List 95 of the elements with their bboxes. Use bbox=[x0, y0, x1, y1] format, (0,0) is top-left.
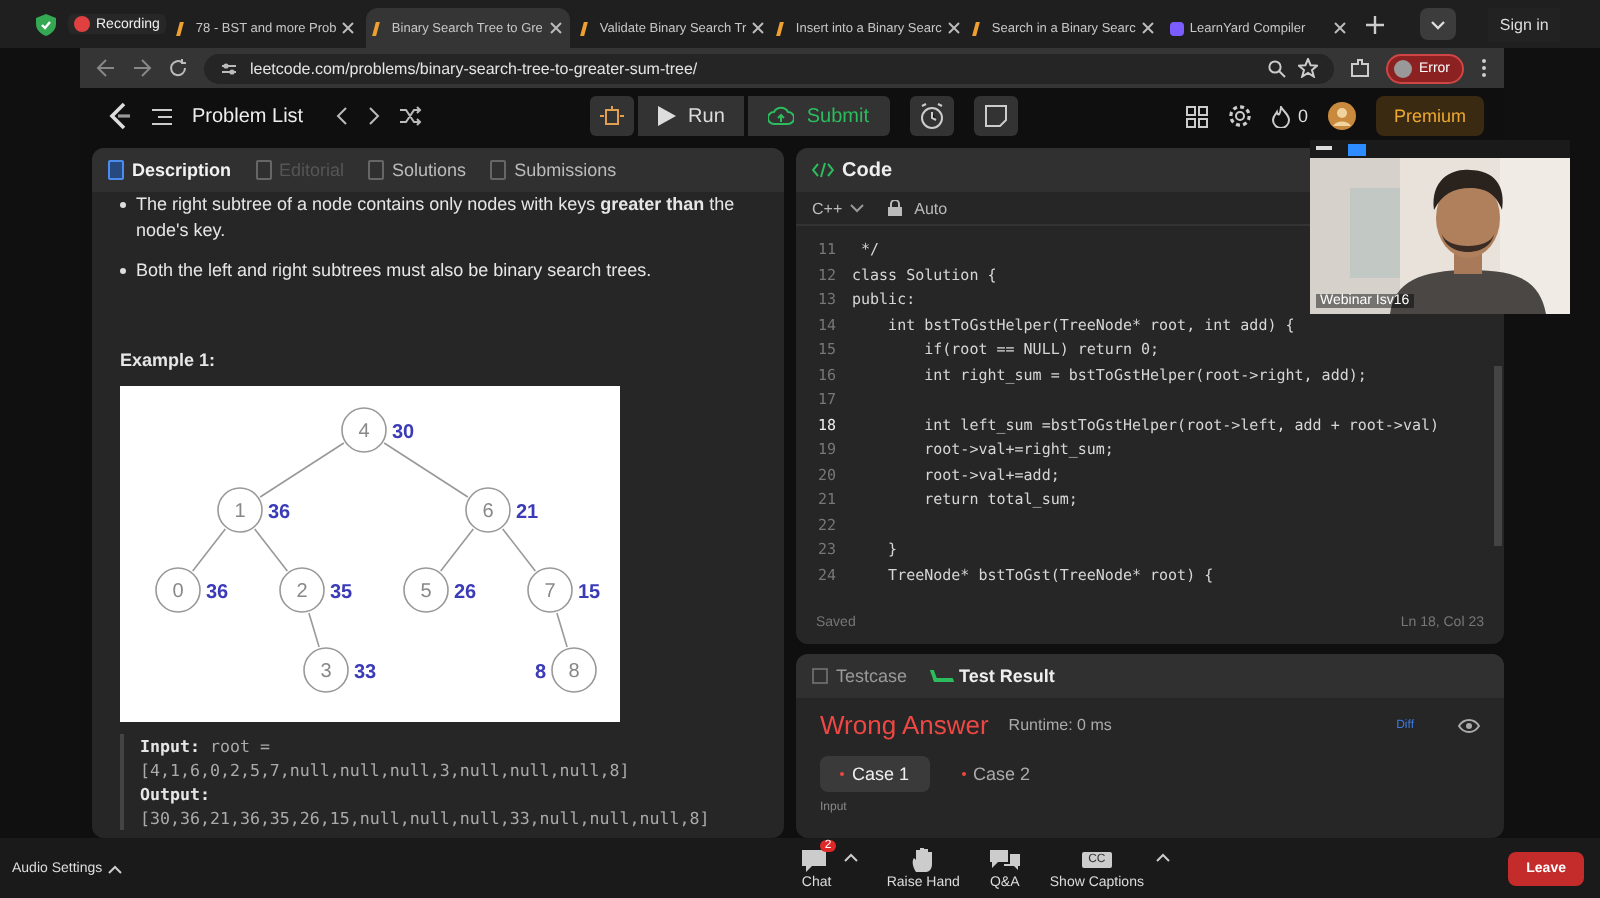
settings-icon[interactable] bbox=[1227, 104, 1252, 128]
tree-edge bbox=[259, 442, 345, 498]
site-info-icon[interactable] bbox=[220, 59, 238, 77]
list-icon[interactable] bbox=[152, 107, 172, 125]
tree-edge bbox=[253, 528, 289, 572]
logo-icon[interactable] bbox=[108, 102, 132, 130]
tree-edge bbox=[383, 442, 469, 498]
panel-tab[interactable]: Submissions bbox=[490, 160, 617, 180]
panel-tab[interactable]: Test Result bbox=[931, 666, 1055, 686]
forward-icon[interactable] bbox=[132, 58, 152, 78]
panel-tab[interactable]: Description bbox=[108, 160, 232, 180]
sum-label: 36 bbox=[206, 582, 229, 604]
verdict-text: Wrong Answer bbox=[820, 710, 989, 740]
caret-icon[interactable] bbox=[844, 852, 859, 862]
panel-tab[interactable]: Testcase bbox=[812, 666, 908, 686]
extensions-icon[interactable] bbox=[1350, 58, 1371, 78]
upload-cloud-icon bbox=[768, 106, 795, 126]
premium-button[interactable]: Premium bbox=[1375, 96, 1484, 136]
note-icon[interactable] bbox=[973, 96, 1018, 136]
tree-node: 8 bbox=[551, 647, 597, 693]
code-icon bbox=[812, 162, 834, 178]
sum-label: 35 bbox=[330, 582, 353, 604]
tree-node: 4 bbox=[341, 407, 387, 453]
tree-edge bbox=[439, 528, 475, 572]
sum-label: 26 bbox=[454, 582, 477, 604]
mode-label[interactable]: Auto bbox=[914, 199, 948, 217]
problem-list-link[interactable]: Problem List bbox=[192, 105, 304, 127]
caret-icon bbox=[850, 203, 865, 213]
tab-menu-icon[interactable] bbox=[1419, 8, 1456, 40]
fire-icon[interactable] bbox=[1271, 105, 1290, 127]
tree-node: 3 bbox=[303, 647, 349, 693]
address-bar[interactable]: leetcode.com/problems/binary-search-tree-to-greater-sum-tree/ bbox=[204, 53, 1335, 83]
reload-icon[interactable] bbox=[168, 58, 188, 78]
language-dropdown[interactable]: C++ bbox=[812, 199, 865, 217]
runtime-text: Runtime: 0 ms bbox=[1008, 716, 1112, 734]
tree-node: 1 bbox=[217, 487, 263, 533]
case-tab[interactable]: Case 2 bbox=[941, 756, 1051, 792]
previous-icon[interactable] bbox=[335, 106, 348, 126]
play-icon bbox=[658, 106, 677, 126]
sum-label: 33 bbox=[354, 662, 377, 684]
bookmark-star-icon[interactable] bbox=[1298, 58, 1319, 78]
caret-icon[interactable] bbox=[1155, 852, 1170, 862]
more-icon[interactable] bbox=[1480, 58, 1488, 78]
close-icon[interactable] bbox=[752, 22, 765, 34]
alarm-clock-icon[interactable] bbox=[909, 96, 954, 136]
bullet-icon bbox=[120, 202, 126, 208]
bullet-icon bbox=[120, 268, 126, 274]
lock-icon bbox=[888, 200, 903, 216]
sum-label: 36 bbox=[268, 502, 291, 524]
minimize-icon[interactable] bbox=[1316, 146, 1332, 152]
description-text: Both the left and right subtrees must also be binary search trees. bbox=[136, 258, 652, 284]
shuffle-icon[interactable] bbox=[399, 106, 422, 126]
eye-icon[interactable] bbox=[1458, 717, 1480, 733]
close-icon[interactable] bbox=[1333, 22, 1346, 34]
example-output: [30,36,21,36,35,26,15,null,null,null,33,null,null,null,8] bbox=[140, 806, 712, 830]
panel-tab[interactable]: Solutions bbox=[368, 160, 467, 180]
output-label: Output: bbox=[140, 782, 212, 806]
tree-edge bbox=[191, 528, 227, 572]
new-tab-icon[interactable] bbox=[1365, 15, 1384, 33]
sum-label: 15 bbox=[578, 582, 601, 604]
hand-icon bbox=[909, 846, 938, 874]
submit-button[interactable]: Submit bbox=[748, 96, 890, 136]
url-text: leetcode.com/problems/binary-search-tree-to-greater-sum-tree/ bbox=[250, 59, 698, 77]
tree-node: 5 bbox=[403, 567, 449, 613]
run-button[interactable]: Run bbox=[638, 96, 745, 136]
caret-icon bbox=[108, 863, 123, 873]
tree-edge bbox=[556, 612, 568, 648]
close-icon[interactable] bbox=[1141, 22, 1154, 34]
sum-label: 21 bbox=[516, 502, 539, 524]
zoom-icon[interactable] bbox=[1268, 59, 1287, 77]
close-icon[interactable] bbox=[342, 22, 355, 34]
tree-edge bbox=[308, 612, 320, 648]
tree-node: 0 bbox=[155, 567, 201, 613]
panel-title: Code bbox=[842, 159, 892, 181]
close-icon[interactable] bbox=[947, 22, 960, 34]
tree-node: 6 bbox=[465, 487, 511, 533]
input-example-text: Input: root = [4,1,6,0,2,5,7,null,null,null,3,null,null,null,8] bbox=[140, 734, 632, 782]
next-icon[interactable] bbox=[367, 106, 380, 126]
shield-icon bbox=[36, 13, 56, 35]
example-title: Example 1: bbox=[120, 348, 218, 374]
chat-bubbles-icon bbox=[987, 847, 1022, 873]
back-icon[interactable] bbox=[96, 58, 116, 78]
streak-count: 0 bbox=[1297, 106, 1308, 126]
tree-node: 7 bbox=[527, 567, 573, 613]
description-text: The right subtree of a node contains only nodes with keys greater than the node's key. bbox=[136, 192, 737, 244]
view-icon[interactable] bbox=[1348, 143, 1366, 155]
close-icon[interactable] bbox=[549, 22, 562, 34]
tree-node: 2 bbox=[279, 567, 325, 613]
layout-grid-icon[interactable] bbox=[1185, 105, 1208, 127]
sum-label: 8 bbox=[534, 662, 546, 684]
avatar-icon[interactable] bbox=[1327, 102, 1356, 130]
sum-label: 30 bbox=[392, 422, 415, 444]
debug-icon[interactable] bbox=[590, 96, 635, 136]
tree-edge bbox=[501, 528, 537, 572]
case-tab[interactable]: Case 1 bbox=[820, 756, 930, 792]
